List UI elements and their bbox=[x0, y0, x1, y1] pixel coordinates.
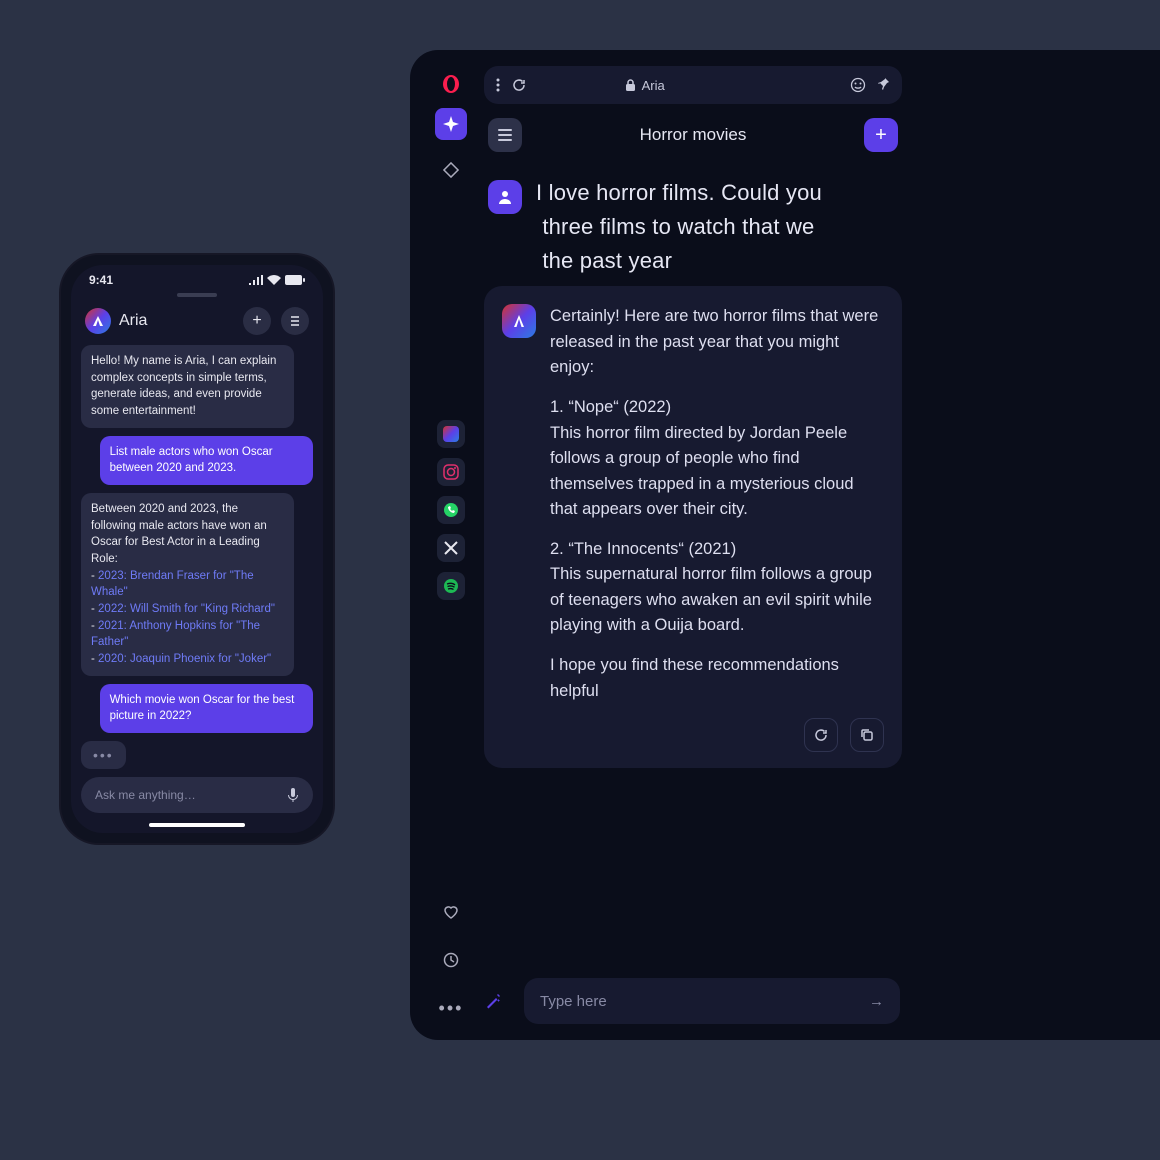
user-message: Which movie won Oscar for the best pictu… bbox=[100, 684, 313, 733]
aria-app-icon[interactable] bbox=[437, 420, 465, 448]
user-avatar-icon bbox=[488, 180, 522, 214]
bot-message: Hello! My name is Aria, I can explain co… bbox=[81, 345, 294, 428]
pin-icon[interactable] bbox=[876, 77, 890, 93]
battery-icon bbox=[285, 275, 305, 285]
chat-input[interactable]: Type here → bbox=[524, 978, 900, 1024]
assistant-item-1: 1. “Nope“ (2022) This horror film direct… bbox=[550, 395, 884, 523]
phone-header: Aria + bbox=[71, 303, 323, 345]
magic-wand-icon[interactable] bbox=[484, 992, 512, 1010]
drag-handle[interactable] bbox=[177, 293, 217, 297]
oscar-link[interactable]: 2022: Will Smith for "King Richard" bbox=[98, 603, 275, 615]
instagram-app-icon[interactable] bbox=[437, 458, 465, 486]
more-button[interactable]: ••• bbox=[435, 992, 467, 1024]
oscar-link[interactable]: 2023: Brendan Fraser for "The Whale" bbox=[91, 570, 254, 599]
status-bar: 9:41 bbox=[71, 265, 323, 291]
regenerate-button[interactable] bbox=[804, 718, 838, 752]
signal-icon bbox=[249, 275, 263, 285]
menu-dots-icon[interactable] bbox=[496, 78, 500, 92]
user-prompt-row: I love horror films. Could you three fil… bbox=[484, 168, 902, 280]
assistant-item-2: 2. “The Innocents“ (2021) This supernatu… bbox=[550, 537, 884, 639]
browser-side-rail: ••• bbox=[426, 66, 476, 1024]
input-placeholder: Ask me anything… bbox=[95, 788, 196, 802]
copy-button[interactable] bbox=[850, 718, 884, 752]
opera-logo-icon[interactable] bbox=[441, 74, 461, 94]
url-bar[interactable]: Aria bbox=[484, 66, 902, 104]
lock-icon bbox=[625, 79, 636, 92]
aria-panel: Aria Horror movies + I love horror films… bbox=[484, 66, 902, 1024]
status-time: 9:41 bbox=[89, 273, 113, 287]
aria-title: Aria bbox=[119, 312, 147, 330]
reload-icon[interactable] bbox=[512, 78, 526, 92]
send-arrow-icon[interactable]: → bbox=[869, 993, 884, 1010]
typing-indicator: ••• bbox=[81, 741, 126, 769]
aria-brand: Aria bbox=[85, 308, 147, 334]
whatsapp-app-icon[interactable] bbox=[437, 496, 465, 524]
workspaces-button[interactable] bbox=[435, 154, 467, 186]
url-text: Aria bbox=[642, 78, 665, 93]
new-chat-button[interactable]: + bbox=[243, 307, 271, 335]
phone-device: 9:41 Aria + Hello! My nam bbox=[59, 253, 335, 845]
input-row: Type here → bbox=[484, 978, 900, 1024]
oscar-link[interactable]: 2021: Anthony Hopkins for "The Father" bbox=[91, 620, 260, 649]
x-app-icon[interactable] bbox=[437, 534, 465, 562]
user-message: List male actors who won Oscar between 2… bbox=[100, 436, 313, 485]
background-video-title: n Expedition 67-68 E bbox=[1143, 648, 1160, 669]
menu-button[interactable] bbox=[488, 118, 522, 152]
assistant-outro: I hope you find these recommendations he… bbox=[550, 653, 884, 704]
youtube-play-icon[interactable] bbox=[1154, 818, 1160, 862]
microphone-icon[interactable] bbox=[287, 787, 299, 803]
favorites-button[interactable] bbox=[435, 896, 467, 928]
oscar-link[interactable]: 2020: Joaquin Phoenix for "Joker" bbox=[98, 653, 271, 665]
bot-list-intro: Between 2020 and 2023, the following mal… bbox=[91, 503, 267, 565]
spotify-app-icon[interactable] bbox=[437, 572, 465, 600]
opera-browser-window: Bē Behance or-tv-stand-features-specs-re… bbox=[410, 50, 1160, 1040]
phone-chat[interactable]: Hello! My name is Aria, I can explain co… bbox=[71, 345, 323, 769]
input-placeholder: Type here bbox=[540, 993, 607, 1010]
background-paragraph: Whether you put this u SA's put together… bbox=[1060, 450, 1160, 580]
history-button[interactable] bbox=[435, 944, 467, 976]
background-page: Bē Behance or-tv-stand-features-specs-re… bbox=[1010, 50, 1160, 1040]
new-topic-button[interactable]: + bbox=[864, 118, 898, 152]
assistant-text: Certainly! Here are two horror films tha… bbox=[550, 304, 884, 704]
background-url-fragment: or-tv-stand-features-specs-review bbox=[1116, 130, 1160, 145]
aria-logo-icon bbox=[502, 304, 536, 338]
panel-header: Horror movies + bbox=[484, 104, 902, 168]
home-indicator[interactable] bbox=[149, 823, 245, 827]
wifi-icon bbox=[267, 275, 281, 285]
assistant-intro: Certainly! Here are two horror films tha… bbox=[550, 304, 884, 381]
list-button[interactable] bbox=[281, 307, 309, 335]
aria-logo-icon bbox=[85, 308, 111, 334]
phone-input[interactable]: Ask me anything… bbox=[81, 777, 313, 813]
emoji-icon[interactable] bbox=[850, 77, 866, 93]
assistant-response-card: Certainly! Here are two horror films tha… bbox=[484, 286, 902, 768]
status-icons bbox=[249, 275, 305, 285]
phone-screen: 9:41 Aria + Hello! My nam bbox=[71, 265, 323, 833]
bot-message: Between 2020 and 2023, the following mal… bbox=[81, 493, 294, 676]
user-prompt-text: I love horror films. Could you three fil… bbox=[536, 176, 822, 278]
background-video-thumbnail[interactable] bbox=[1060, 750, 1160, 930]
panel-title: Horror movies bbox=[640, 125, 747, 145]
aria-sidebar-button[interactable] bbox=[435, 108, 467, 140]
